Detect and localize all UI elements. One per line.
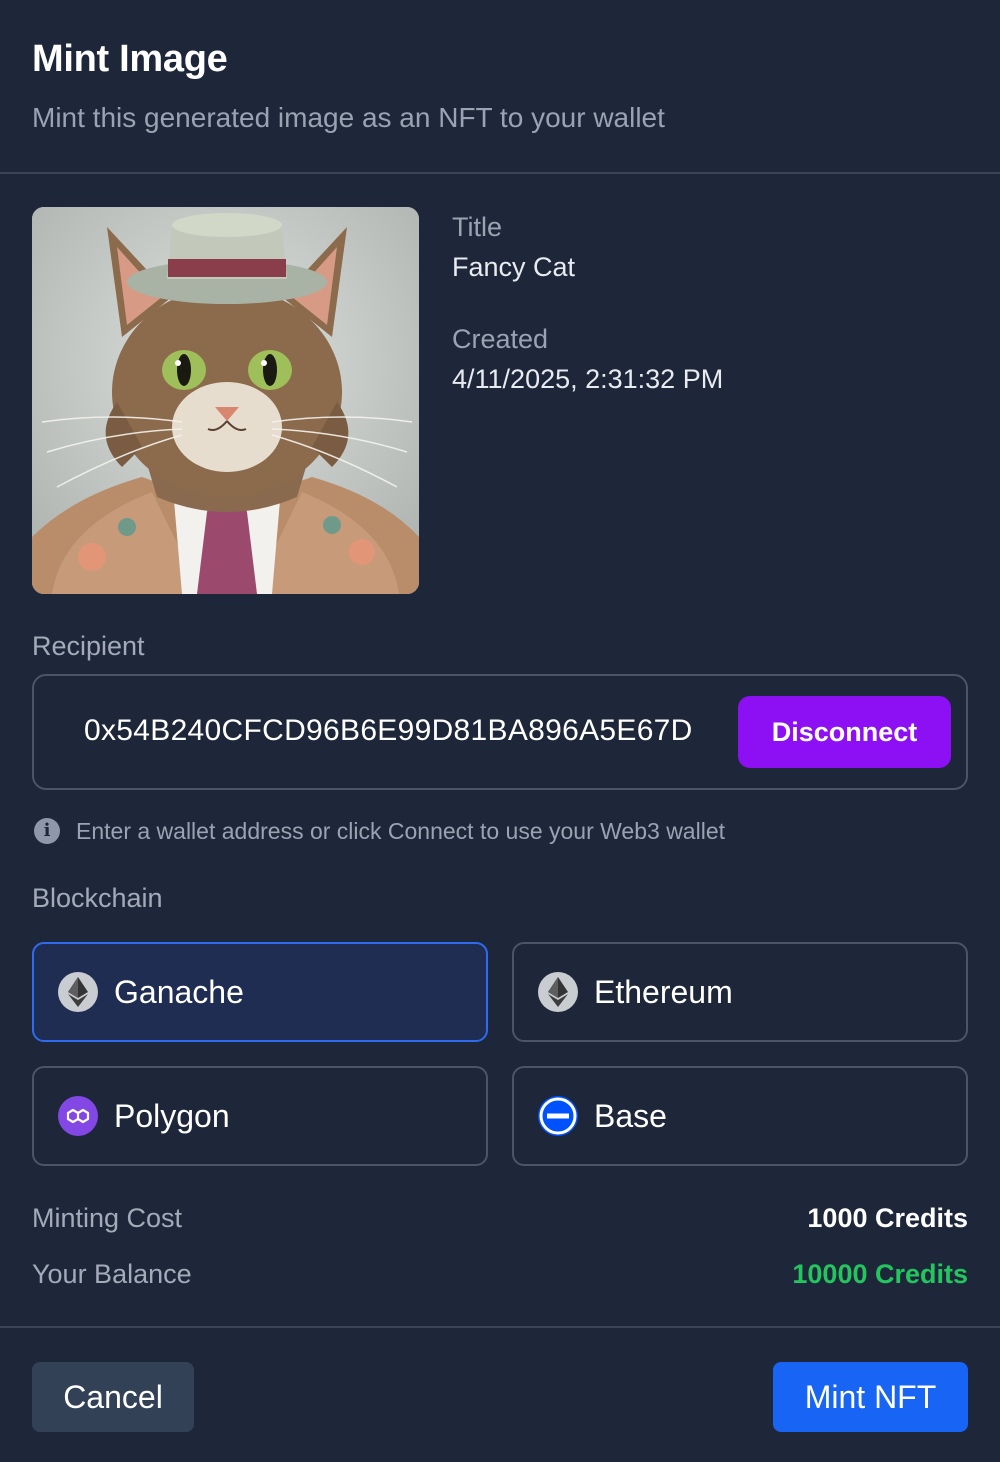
created-value: 4/11/2025, 2:31:32 PM [452,364,724,394]
recipient-field[interactable]: 0x54B240CFCD96B6E99D81BA896A5E67D Discon… [32,674,968,790]
mint-dialog: Mint Image Mint this generated image as … [0,0,1000,1462]
chain-name: Ganache [114,973,244,1010]
dialog-footer: Cancel Mint NFT [0,1326,1000,1462]
nft-image-preview [32,207,419,594]
blockchain-label: Blockchain [32,883,163,913]
balance-label: Your Balance [32,1259,192,1289]
cancel-button[interactable]: Cancel [32,1362,194,1432]
chain-name: Polygon [114,1097,230,1134]
chain-name: Base [594,1097,667,1134]
wallet-address-input[interactable]: 0x54B240CFCD96B6E99D81BA896A5E67D [84,714,724,754]
dialog-header: Mint Image Mint this generated image as … [0,0,1000,174]
dialog-title: Mint Image [32,38,228,80]
disconnect-button[interactable]: Disconnect [738,696,951,768]
chain-option-ganache[interactable]: Ganache [32,942,488,1042]
minting-cost-value: 1000 Credits [807,1203,968,1233]
ethereum-icon [58,972,98,1012]
polygon-icon [58,1096,98,1136]
chain-option-base[interactable]: Base [512,1066,968,1166]
recipient-hint: i Enter a wallet address or click Connec… [34,816,725,846]
cat-illustration [32,207,419,594]
minting-cost-label: Minting Cost [32,1203,183,1233]
title-label: Title [452,212,503,242]
balance-value: 10000 Credits [792,1259,968,1289]
created-label: Created [452,324,549,354]
hint-text: Enter a wallet address or click Connect … [76,817,725,844]
base-icon [538,1096,578,1136]
recipient-label: Recipient [32,631,145,661]
ethereum-icon [538,972,578,1012]
dialog-subtitle: Mint this generated image as an NFT to y… [32,102,665,133]
title-value: Fancy Cat [452,252,576,282]
mint-nft-button[interactable]: Mint NFT [773,1362,968,1432]
chain-name: Ethereum [594,973,733,1010]
chain-option-polygon[interactable]: Polygon [32,1066,488,1166]
chain-option-ethereum[interactable]: Ethereum [512,942,968,1042]
info-icon: i [34,818,60,844]
